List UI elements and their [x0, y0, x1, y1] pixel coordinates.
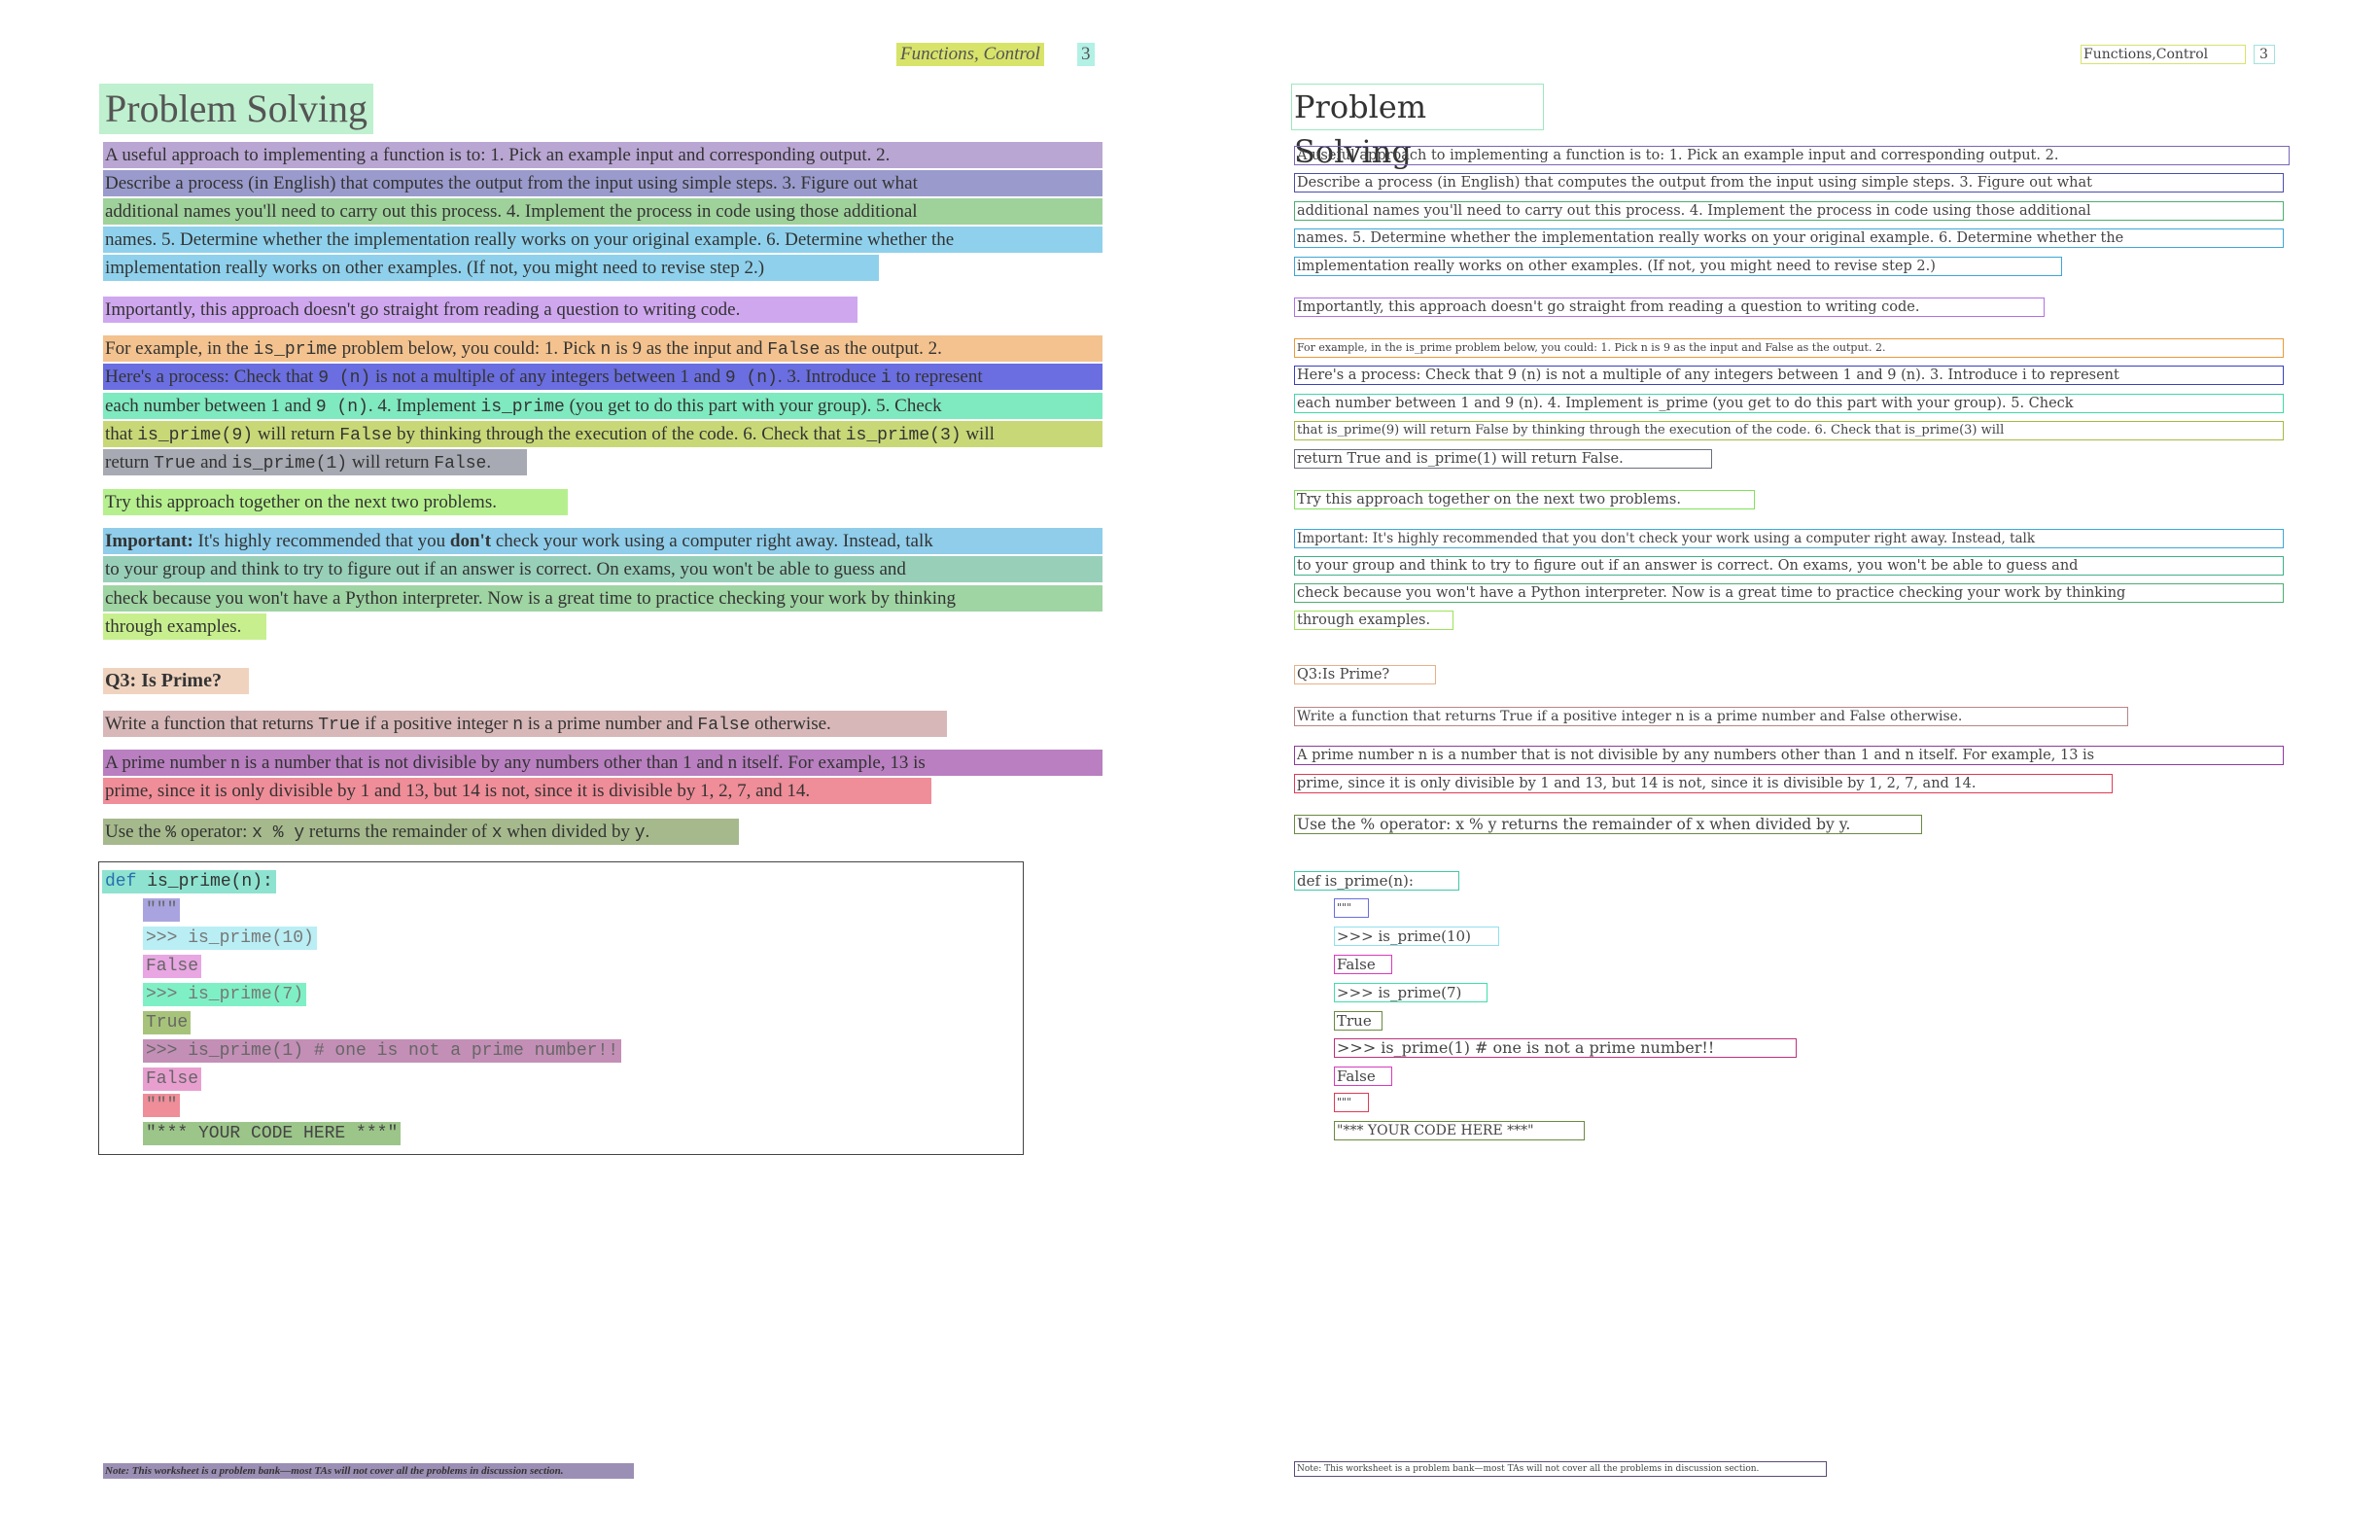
q3-line-4: Use the % operator: x % y returns the re… [103, 819, 739, 845]
right-q3-heading: Q3:Is Prime? [1294, 665, 1436, 684]
p1-line-1: A useful approach to implementing a func… [103, 142, 1102, 168]
p2-line: Importantly, this approach doesn't go st… [103, 297, 858, 323]
code-output-2: True [143, 1011, 192, 1034]
p1-line-3: additional names you'll need to carry ou… [103, 198, 1102, 225]
p5-line-1: Important: It's highly recommended that … [103, 528, 1102, 554]
right-p5-line-1: Important: It's highly recommended that … [1294, 529, 2284, 548]
right-code-output-1: False [1334, 955, 1392, 974]
header-section: Functions, Control [896, 43, 1044, 66]
right-p5-line-2: to your group and think to try to figure… [1294, 556, 2284, 576]
right-header-page-number: 3 [2254, 45, 2275, 64]
code-def-line: def is_prime(n): [102, 870, 276, 893]
p3-line-5: return True and is_prime(1) will return … [103, 449, 527, 475]
right-p5-line-4: through examples. [1294, 611, 1453, 630]
right-p1-line-3: additional names you'll need to carry ou… [1294, 201, 2284, 221]
right-code-output-2: True [1334, 1011, 1382, 1031]
right-p1-line-1: A useful approach to implementing a func… [1294, 146, 2290, 165]
q3-heading: Q3: Is Prime? [103, 668, 249, 694]
right-p2-line: Importantly, this approach doesn't go st… [1294, 298, 2045, 317]
code-docstring-open: """ [143, 898, 181, 922]
right-code-example-3: >>> is_prime(1) # one is not a prime num… [1334, 1038, 1797, 1058]
right-code-placeholder: "*** YOUR CODE HERE ***" [1334, 1121, 1585, 1140]
code-output-3: False [143, 1068, 202, 1091]
right-q3-line-2: A prime number n is a number that is not… [1294, 746, 2284, 765]
footnote: Note: This worksheet is a problem bank—m… [103, 1463, 634, 1479]
code-block [98, 861, 1024, 1155]
code-output-1: False [143, 955, 202, 978]
p1-line-4: names. 5. Determine whether the implemen… [103, 227, 1102, 253]
code-placeholder: "*** YOUR CODE HERE ***" [143, 1122, 402, 1145]
p1-line-5: implementation really works on other exa… [103, 255, 879, 281]
right-p3-line-1: For example, in the is_prime problem bel… [1294, 338, 2284, 358]
q3-line-3: prime, since it is only divisible by 1 a… [103, 778, 931, 804]
code-example-3: >>> is_prime(1) # one is not a prime num… [143, 1039, 622, 1063]
right-code-output-3: False [1334, 1067, 1392, 1086]
right-p3-line-4: that is_prime(9) will return False by th… [1294, 421, 2284, 440]
p3-line-2: Here's a process: Check that 9 (n) is no… [103, 364, 1102, 390]
code-docstring-close: """ [143, 1094, 181, 1117]
right-p4-line: Try this approach together on the next t… [1294, 490, 1755, 509]
p3-line-1: For example, in the is_prime problem bel… [103, 335, 1102, 362]
p4-line: Try this approach together on the next t… [103, 489, 568, 515]
right-page-title: Problem Solving [1291, 84, 1544, 170]
q3-line-1: Write a function that returns True if a … [103, 711, 947, 737]
right-code-example-1: >>> is_prime(10) [1334, 927, 1499, 946]
header-page-number: 3 [1077, 43, 1095, 66]
right-p5-line-3: check because you won't have a Python in… [1294, 583, 2284, 603]
right-footnote: Note: This worksheet is a problem bank—m… [1294, 1461, 1827, 1477]
right-code-def-line: def is_prime(n): [1294, 871, 1459, 891]
right-p1-line-2: Describe a process (in English) that com… [1294, 173, 2284, 192]
right-code-docstring-close: """ [1334, 1093, 1369, 1112]
right-code-example-2: >>> is_prime(7) [1334, 983, 1488, 1002]
right-p3-line-2: Here's a process: Check that 9 (n) is no… [1294, 366, 2284, 385]
right-p3-line-3: each number between 1 and 9 (n). 4. Impl… [1294, 394, 2284, 413]
right-p3-line-5: return True and is_prime(1) will return … [1294, 449, 1712, 469]
code-example-2: >>> is_prime(7) [143, 983, 307, 1006]
p5-line-2: to your group and think to try to figure… [103, 556, 1102, 582]
right-q3-line-4: Use the % operator: x % y returns the re… [1294, 815, 1922, 834]
right-p1-line-4: names. 5. Determine whether the implemen… [1294, 228, 2284, 248]
p3-line-4: that is_prime(9) will return False by th… [103, 421, 1102, 447]
right-p1-line-5: implementation really works on other exa… [1294, 257, 2062, 276]
p1-line-2: Describe a process (in English) that com… [103, 170, 1102, 196]
p5-line-4: through examples. [103, 613, 266, 640]
right-q3-line-3: prime, since it is only divisible by 1 a… [1294, 774, 2113, 793]
right-header-section: Functions,Control [2081, 45, 2246, 64]
p3-line-3: each number between 1 and 9 (n). 4. Impl… [103, 393, 1102, 419]
code-example-1: >>> is_prime(10) [143, 927, 317, 950]
page-title: Problem Solving [99, 84, 374, 134]
p5-line-3: check because you won't have a Python in… [103, 585, 1102, 612]
right-code-docstring-open: """ [1334, 898, 1369, 918]
right-q3-line-1: Write a function that returns True if a … [1294, 707, 2128, 726]
q3-line-2: A prime number n is a number that is not… [103, 750, 1102, 776]
